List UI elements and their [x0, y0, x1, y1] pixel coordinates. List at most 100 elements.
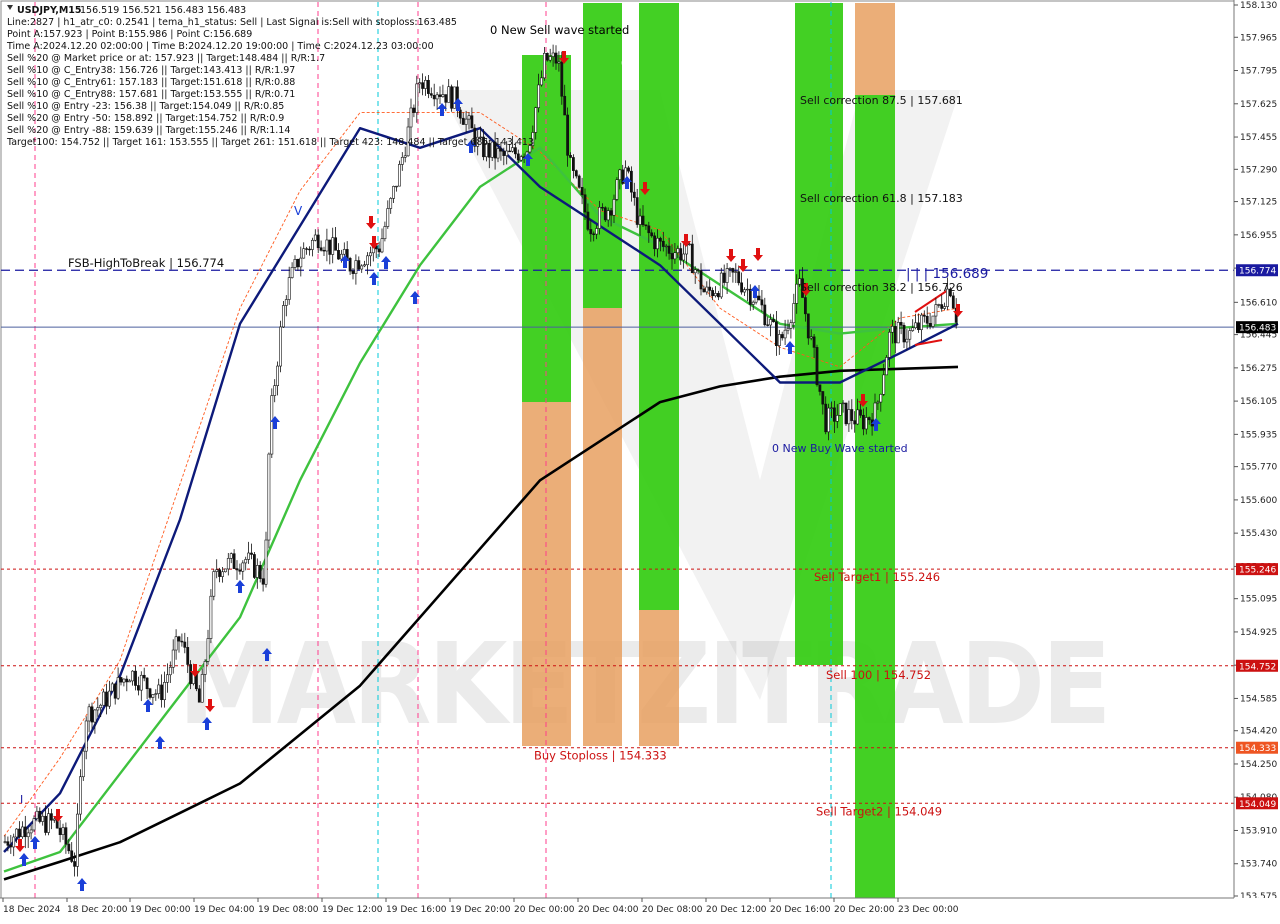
candle-body: [424, 79, 427, 89]
candle-body: [403, 155, 407, 158]
candle-body: [545, 52, 549, 61]
candle-body: [856, 409, 860, 425]
candle-body: [795, 283, 799, 304]
level-label-4: Buy Stoploss | 154.333: [534, 749, 667, 763]
candle-body: [632, 191, 636, 198]
candle-body: [189, 664, 193, 684]
candle: [885, 355, 889, 376]
candle-body: [783, 329, 787, 339]
candle-body: [453, 86, 456, 109]
price-tick-label: 155.600: [1240, 496, 1277, 506]
candle-body: [682, 253, 686, 261]
candle-body: [458, 109, 462, 119]
candle-body: [890, 326, 894, 333]
candle-body: [943, 306, 947, 309]
candle-body: [745, 288, 749, 291]
candle-body: [308, 248, 311, 251]
candle-body: [166, 674, 169, 683]
candle-body: [551, 52, 555, 57]
candle-body: [145, 677, 149, 690]
candle-body: [253, 554, 256, 578]
candle-body: [670, 253, 674, 260]
candle-body: [650, 232, 654, 237]
candle-body: [818, 384, 822, 392]
candle-body: [429, 93, 433, 96]
candle-body: [38, 810, 42, 822]
candle-body: [183, 641, 187, 648]
price-tick-label: 156.610: [1240, 298, 1277, 308]
candle: [209, 589, 213, 644]
candle-body: [244, 559, 248, 564]
candle-body: [296, 259, 300, 268]
candle-body: [673, 252, 677, 260]
candle-body: [70, 850, 74, 862]
candle-body: [835, 415, 839, 422]
candle-body: [61, 827, 65, 835]
candle-body: [119, 677, 123, 683]
candle-body: [58, 827, 62, 835]
signal-band-2: [583, 3, 622, 308]
candle-body: [224, 568, 227, 573]
candle-body: [505, 150, 509, 156]
signal-band-4: [639, 3, 679, 610]
candle-body: [571, 157, 575, 171]
candle-body: [435, 94, 439, 100]
info-line-2: Time A:2024.12.20 02:00:00 | Time B:2024…: [6, 41, 434, 52]
candle-body: [679, 248, 683, 261]
candle-body: [377, 248, 381, 253]
candle-body: [397, 164, 401, 187]
candle-body: [351, 270, 355, 274]
candle-body: [618, 169, 622, 181]
candle-body: [221, 571, 224, 577]
candle-body: [284, 299, 288, 306]
price-tick-label: 154.420: [1240, 727, 1277, 737]
candle-body: [937, 304, 941, 306]
candle-body: [328, 239, 332, 255]
candle-body: [496, 148, 500, 159]
candle-body: [357, 260, 361, 270]
time-tick-label: 20 Dec 00:00: [514, 905, 575, 915]
candle: [931, 315, 935, 329]
candle-body: [824, 403, 828, 433]
candle-body: [174, 636, 178, 651]
candle-body: [899, 322, 903, 326]
price-tick-label: 156.955: [1240, 231, 1277, 241]
candle-body: [734, 271, 738, 273]
candle-body: [247, 552, 251, 560]
candle-body: [569, 155, 572, 158]
info-line-7: Sell %10 @ Entry -23: 156.38 || Target:1…: [7, 101, 284, 112]
candle: [838, 403, 842, 416]
annotation-3: Sell correction 61.8 | 157.183: [800, 192, 963, 205]
candle: [603, 206, 607, 223]
candle-body: [438, 94, 442, 97]
candle-body: [696, 269, 700, 271]
candle: [79, 769, 82, 821]
symbol-label: USDJPY,M15: [17, 5, 82, 16]
candle: [844, 402, 848, 426]
candle-body: [276, 365, 280, 386]
candle-body: [203, 661, 207, 675]
candle-body: [560, 61, 564, 97]
candle-body: [421, 82, 425, 89]
candle-body: [279, 326, 282, 367]
candle-body: [876, 401, 880, 404]
candle-body: [113, 683, 117, 699]
candle-body: [540, 77, 543, 86]
annotation-6: 00: [621, 57, 635, 70]
candle-body: [502, 150, 506, 156]
candle-body: [380, 238, 384, 253]
candle-body: [714, 293, 717, 297]
price-tag-label: 154.752: [1239, 662, 1276, 672]
candle-body: [508, 150, 512, 153]
candle-body: [325, 239, 329, 252]
level-label-3: Sell 100 | 154.752: [826, 668, 931, 682]
time-tick-label: 20 Dec 20:00: [834, 905, 895, 915]
candle-body: [444, 94, 448, 103]
candle-body: [612, 199, 616, 216]
candle-body: [108, 690, 111, 707]
price-tag-label: 154.333: [1239, 744, 1276, 754]
candle: [545, 52, 549, 62]
ohlc-label: 156.519 156.521 156.483 156.483: [80, 5, 246, 16]
candle-body: [769, 319, 773, 326]
candle-body: [255, 565, 259, 578]
